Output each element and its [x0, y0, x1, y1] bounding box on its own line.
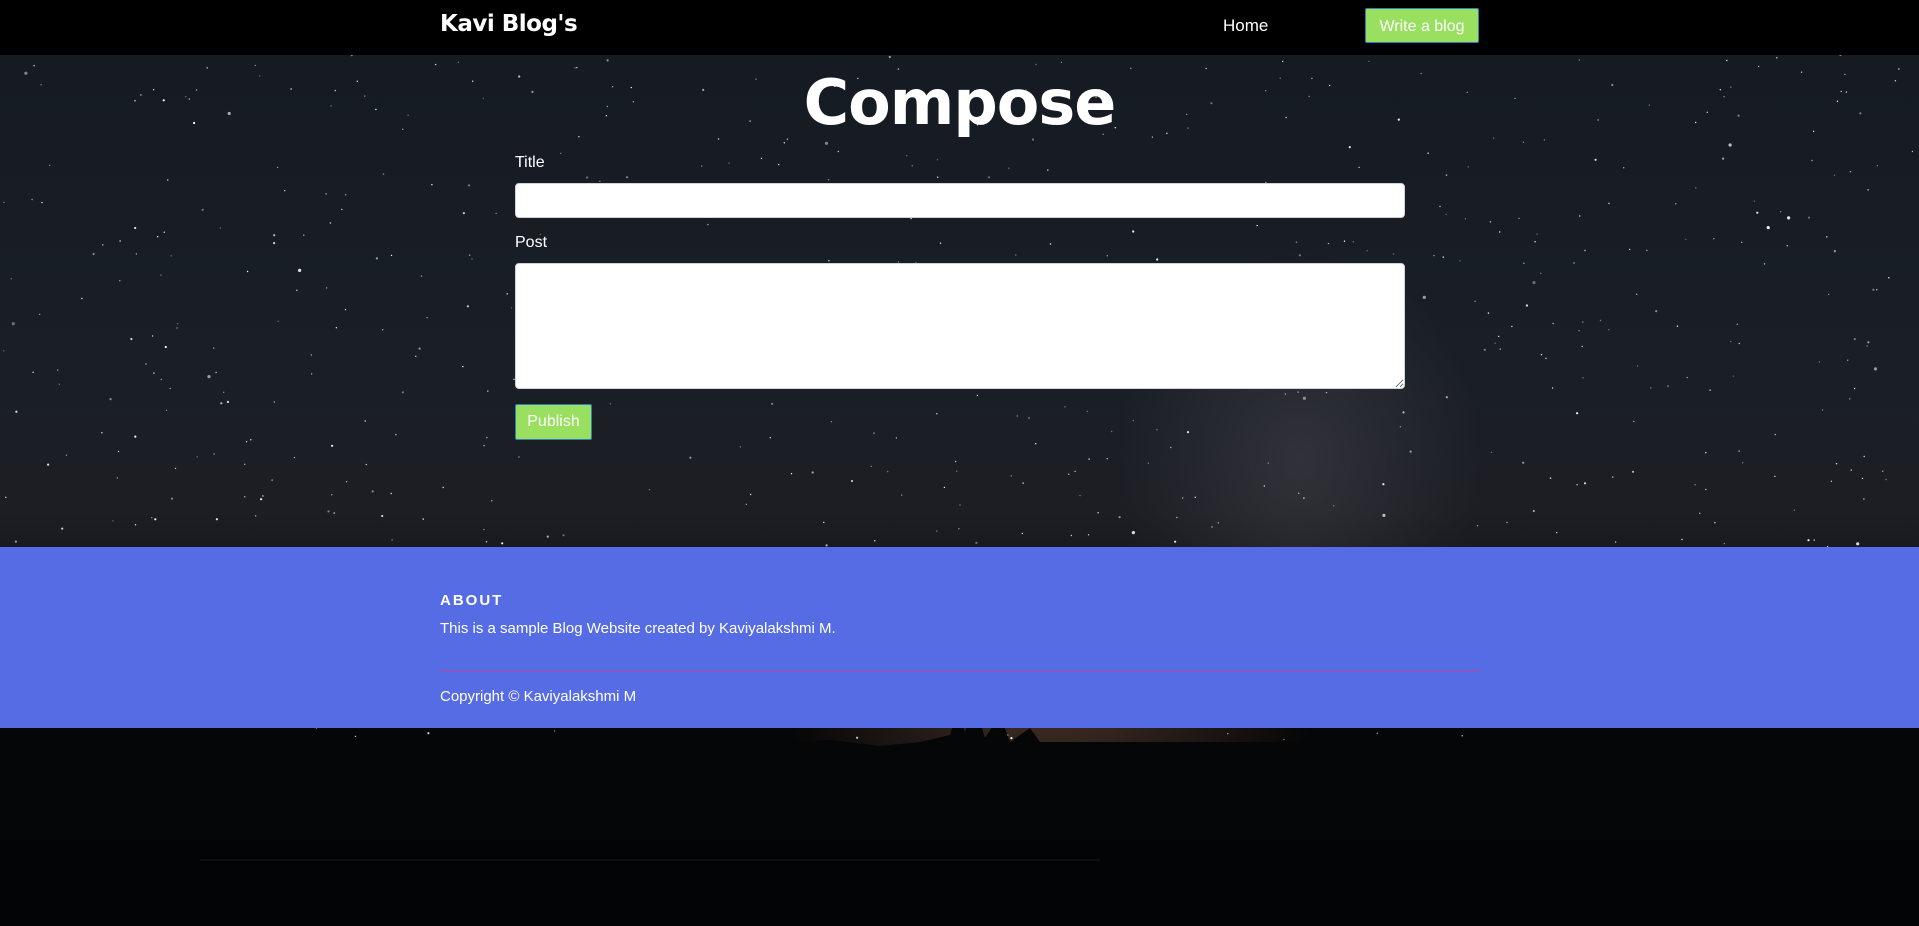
- title-label: Title: [515, 154, 545, 171]
- publish-button[interactable]: Publish: [515, 404, 592, 440]
- navbar: Kavi Blog's Home Write a blog: [0, 0, 1919, 55]
- nav-home-link[interactable]: Home: [1223, 16, 1268, 36]
- write-blog-button[interactable]: Write a blog: [1365, 8, 1479, 43]
- page-title: Compose: [803, 66, 1117, 139]
- post-label: Post: [515, 234, 548, 251]
- brand-logo[interactable]: Kavi Blog's: [440, 11, 578, 37]
- about-text: This is a sample Blog Website created by…: [440, 620, 836, 637]
- footer: ABOUT This is a sample Blog Website crea…: [0, 547, 1919, 728]
- footer-divider: [440, 670, 1480, 671]
- copyright-text: Copyright © Kaviyalakshmi M: [440, 688, 637, 705]
- title-input[interactable]: [515, 183, 1405, 218]
- about-heading: ABOUT: [440, 592, 504, 609]
- post-textarea[interactable]: [515, 263, 1405, 389]
